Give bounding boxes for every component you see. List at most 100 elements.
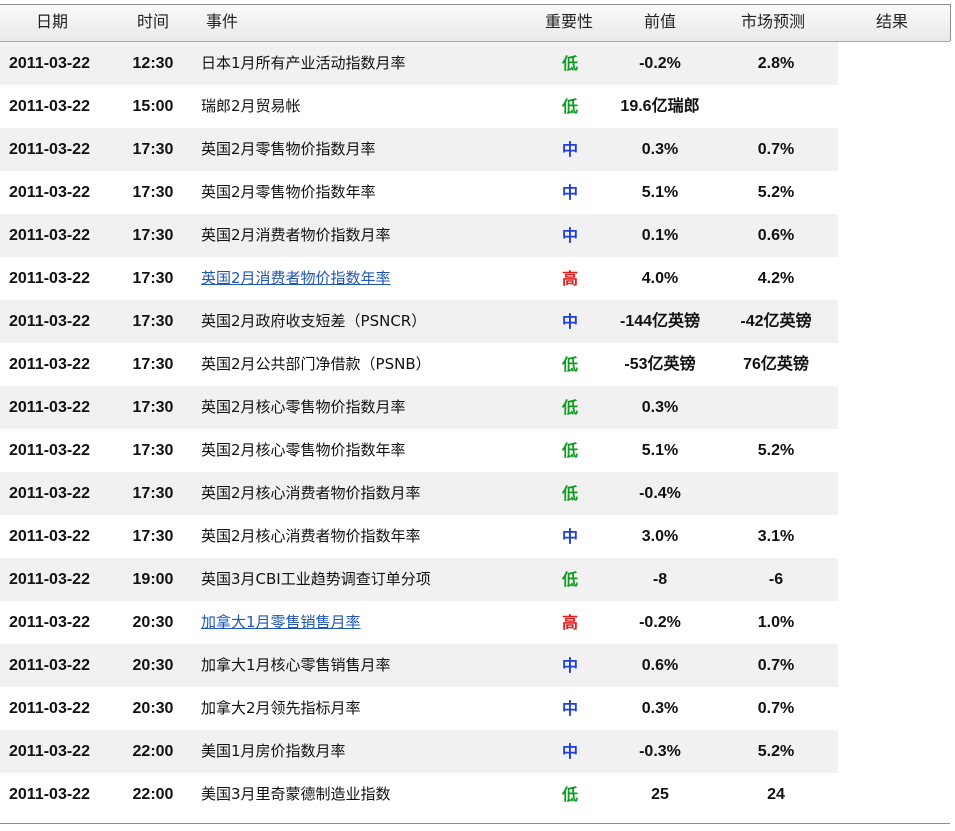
importance-low: 低 [561,570,578,589]
table-row: 2011-03-22 17:30 英国2月政府收支短差（PSNCR） 中 -144亿英镑… [0,300,950,343]
importance-mid: 中 [561,527,578,546]
row-forecast [718,472,834,515]
row-event: 英国2月零售物价指数月率 [201,140,376,158]
row-result [840,644,940,687]
row-event: 美国1月房价指数月率 [201,742,346,760]
importance-low: 低 [561,355,578,374]
row-time: 17:30 [132,485,174,502]
row-event: 英国2月核心零售物价指数月率 [201,398,406,416]
row-forecast: 76亿英镑 [743,356,809,373]
economic-calendar: 日期 时间 事件 重要性 前值 市场预测 结果 2011-03-22 12:30 日… [0,0,955,831]
importance-mid: 中 [561,312,578,331]
event-link[interactable]: 英国2月消费者物价指数年率 [201,257,531,300]
header-result: 结果 [876,12,909,31]
row-forecast: 0.7% [757,657,795,674]
row-forecast [718,386,834,429]
table-row: 2011-03-22 20:30 加拿大1月零售销售月率 高 -0.2% 1.0% [0,601,950,644]
row-forecast [718,85,834,128]
row-date: 2011-03-22 [9,442,90,459]
header-time: 时间 [137,12,170,31]
row-date: 2011-03-22 [9,571,90,588]
header-event: 事件 [206,12,239,31]
header-previous: 前值 [644,12,677,31]
row-forecast: 4.2% [757,270,795,287]
row-date: 2011-03-22 [9,786,90,803]
row-result [840,42,940,85]
row-result [840,343,940,386]
row-forecast: -42亿英镑 [740,313,812,330]
row-date: 2011-03-22 [9,356,90,373]
row-time: 17:30 [132,184,174,201]
row-forecast: 5.2% [757,442,795,459]
row-event: 英国2月消费者物价指数月率 [201,226,391,244]
row-time: 17:30 [132,270,174,287]
row-result [840,773,940,816]
row-previous: 0.1% [641,227,679,244]
row-time: 17:30 [132,141,174,158]
row-forecast: 0.6% [757,227,795,244]
row-result [840,472,940,515]
row-date: 2011-03-22 [9,743,90,760]
row-date: 2011-03-22 [9,485,90,502]
row-time: 22:00 [132,743,174,760]
row-result [840,128,940,171]
importance-mid: 中 [561,699,578,718]
row-previous: -144亿英镑 [619,313,701,330]
row-result [840,257,940,300]
header-importance: 重要性 [545,12,594,31]
importance-low: 低 [561,785,578,804]
header-date: 日期 [36,12,69,31]
row-time: 20:30 [132,700,174,717]
row-date: 2011-03-22 [9,313,90,330]
row-event: 英国2月核心零售物价指数年率 [201,441,406,459]
row-result [840,730,940,773]
importance-mid: 中 [561,656,578,675]
row-event: 加拿大1月核心零售销售月率 [201,656,391,674]
row-forecast: 2.8% [757,55,795,72]
importance-low: 低 [561,97,578,116]
row-previous: 19.6亿瑞郎 [620,98,700,115]
row-event: 美国3月里奇蒙德制造业指数 [201,785,391,803]
row-date: 2011-03-22 [9,528,90,545]
event-link[interactable]: 加拿大1月零售销售月率 [201,601,531,644]
row-result [840,85,940,128]
importance-low: 低 [561,398,578,417]
table-row: 2011-03-22 20:30 加拿大1月核心零售销售月率 中 0.6% 0.7% [0,644,950,687]
row-previous: 0.3% [641,141,679,158]
row-date: 2011-03-22 [9,614,90,631]
row-previous: 0.6% [641,657,679,674]
row-time: 17:30 [132,356,174,373]
row-time: 17:30 [132,442,174,459]
row-event: 英国2月公共部门净借款（PSNB） [201,355,431,373]
row-result [840,515,940,558]
table-row: 2011-03-22 17:30 英国2月核心零售物价指数月率 低 0.3% [0,386,950,429]
table-row: 2011-03-22 17:30 英国2月核心消费者物价指数年率 中 3.0% 3.1% [0,515,950,558]
row-forecast: 0.7% [757,700,795,717]
row-previous: -0.4% [639,485,681,502]
table-row: 2011-03-22 20:30 加拿大2月领先指标月率 中 0.3% 0.7% [0,687,950,730]
row-event: 英国2月零售物价指数年率 [201,183,376,201]
importance-high: 高 [561,269,578,288]
row-previous: 5.1% [641,184,679,201]
row-result [840,171,940,214]
row-date: 2011-03-22 [9,700,90,717]
row-forecast: 5.2% [757,743,795,760]
importance-mid: 中 [561,226,578,245]
row-previous: -53亿英镑 [624,356,696,373]
row-event: 英国3月CBI工业趋势调查订单分项 [201,570,431,588]
importance-mid: 中 [561,183,578,202]
row-result [840,687,940,730]
table-row: 2011-03-22 17:30 英国2月消费者物价指数月率 中 0.1% 0.6% [0,214,950,257]
table-row: 2011-03-22 22:00 美国1月房价指数月率 中 -0.3% 5.2% [0,730,950,773]
importance-mid: 中 [561,140,578,159]
row-result [840,429,940,472]
row-date: 2011-03-22 [9,98,90,115]
table-row: 2011-03-22 17:30 英国2月核心零售物价指数年率 低 5.1% 5.2% [0,429,950,472]
table-header: 日期 时间 事件 重要性 前值 市场预测 结果 [0,5,950,42]
row-previous: -0.2% [639,614,681,631]
table-row: 2011-03-22 22:00 美国3月里奇蒙德制造业指数 低 25 24 [0,773,950,816]
row-time: 20:30 [132,614,174,631]
table-body: 2011-03-22 12:30 日本1月所有产业活动指数月率低 -0.2% 2.8% 2… [0,42,950,816]
row-time: 17:30 [132,227,174,244]
row-forecast: 24 [767,786,785,803]
